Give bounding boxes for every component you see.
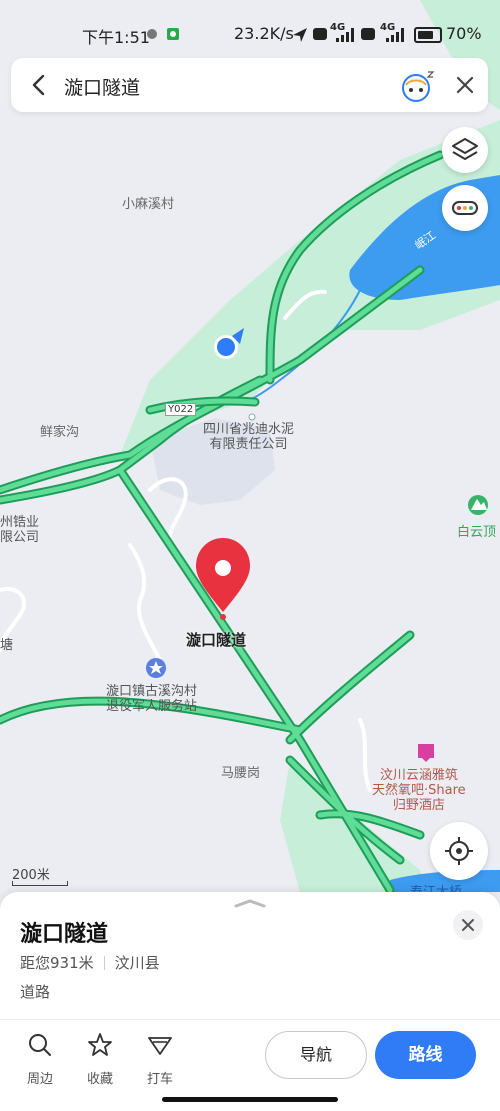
place-meta: 距您931米 汶川县 <box>20 952 160 973</box>
map-label-majiagang: 马腰岗 <box>221 766 261 781</box>
hd-badge-icon <box>313 28 327 40</box>
place-distance: 距您931米 <box>20 954 94 972</box>
place-title: 漩口隧道 <box>20 922 109 947</box>
close-sheet-button[interactable] <box>453 910 483 940</box>
place-category: 道路 <box>20 983 51 1001</box>
search-bar[interactable]: 漩口隧道 <box>11 58 488 112</box>
search-query[interactable]: 漩口隧道 <box>64 73 140 100</box>
taxi-icon <box>148 1037 172 1055</box>
map-label-tang: 塘 <box>0 638 14 653</box>
sheet-handle-icon[interactable] <box>233 898 267 908</box>
close-icon <box>462 919 474 931</box>
navigate-button[interactable]: 导航 <box>265 1031 367 1079</box>
pin-label[interactable]: 漩口隧道 <box>186 629 246 650</box>
traffic-palette-icon <box>452 201 478 215</box>
action-taxi-label: 打车 <box>146 1072 173 1087</box>
action-favorite-label: 收藏 <box>86 1072 113 1087</box>
mountain-poi-icon <box>468 495 488 515</box>
veterans-station-icon <box>146 658 166 678</box>
app-notification-icon <box>167 28 179 40</box>
place-county: 汶川县 <box>114 954 160 972</box>
home-indicator[interactable] <box>162 1097 338 1102</box>
meta-divider <box>103 956 105 970</box>
map-label-hotel[interactable]: 汶川云涵雅筑 天然氧吧·Share 归野酒店 <box>372 768 466 813</box>
network-speed: 23.2K/s <box>234 24 294 43</box>
settings-dot-icon <box>147 29 157 39</box>
signal-bars-icon <box>336 28 354 42</box>
action-nearby[interactable]: 周边 <box>18 1032 62 1087</box>
map-label-zhou-company: 州锆业 限公司 <box>0 515 40 545</box>
star-icon <box>88 1033 112 1056</box>
map-label-xianjiagou: 鲜家沟 <box>40 425 80 440</box>
layers-icon <box>452 138 478 160</box>
action-favorite[interactable]: 收藏 <box>78 1032 122 1087</box>
scale-bar <box>12 881 68 886</box>
battery-percent: 70% <box>446 24 482 43</box>
battery-icon <box>414 27 442 43</box>
road-code-label: Y022 <box>165 403 197 416</box>
action-nearby-label: 周边 <box>26 1072 53 1087</box>
sheet-divider <box>0 1019 500 1020</box>
voice-assistant-icon[interactable] <box>398 68 436 104</box>
clear-search-icon[interactable] <box>451 71 479 99</box>
my-location-button[interactable] <box>430 822 488 880</box>
status-bar: 下午1:51 23.2K/s 4G 4G 70% <box>0 0 500 60</box>
status-time: 下午1:51 <box>82 28 150 47</box>
layers-button[interactable] <box>442 127 488 173</box>
action-taxi[interactable]: 打车 <box>138 1032 182 1087</box>
route-button[interactable]: 路线 <box>375 1031 476 1079</box>
search-icon <box>29 1034 51 1056</box>
map-label-cement-company[interactable]: 四川省兆迪水泥 有限责任公司 <box>203 422 294 452</box>
map-label-veterans-station[interactable]: 漩口镇古溪沟村 退役军人服务站 <box>106 684 197 714</box>
signal-bars-2-icon <box>386 28 404 42</box>
location-arrow-icon <box>293 28 307 42</box>
map-label-baiyunding[interactable]: 白云顶 <box>457 521 496 540</box>
map-label-village: 小麻溪村 <box>122 197 175 212</box>
map-tools-button[interactable] <box>442 185 488 231</box>
place-detail-sheet[interactable]: 漩口隧道 距您931米 汶川县 道路 周边 收藏 打车 导航 路线 <box>0 892 500 1111</box>
hd-badge-2-icon <box>361 28 375 40</box>
locate-crosshair-icon <box>445 837 473 865</box>
back-arrow-icon[interactable] <box>25 70 53 100</box>
